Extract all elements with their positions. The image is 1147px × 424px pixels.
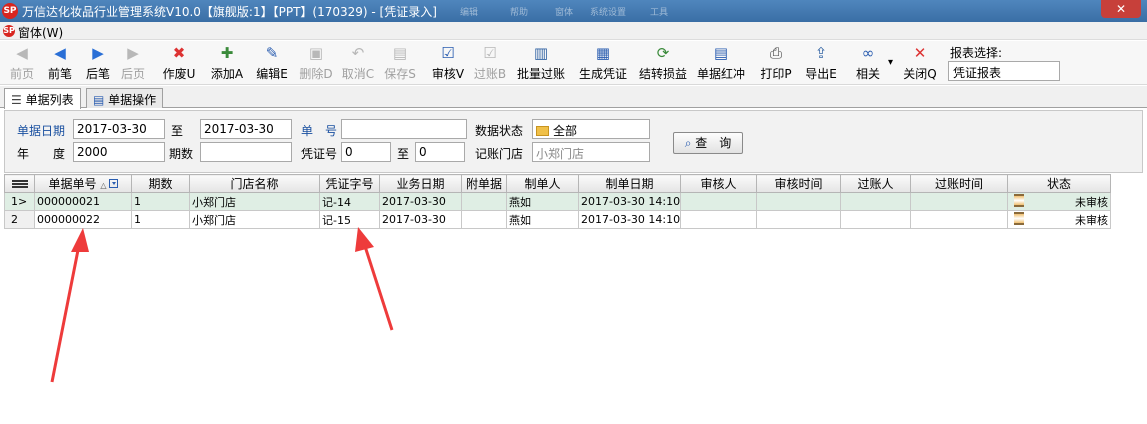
- annotation-arrow-bill-no: [50, 228, 89, 383]
- annotation-arrows: [50, 227, 394, 383]
- annotation-arrow-voucher: [355, 227, 394, 331]
